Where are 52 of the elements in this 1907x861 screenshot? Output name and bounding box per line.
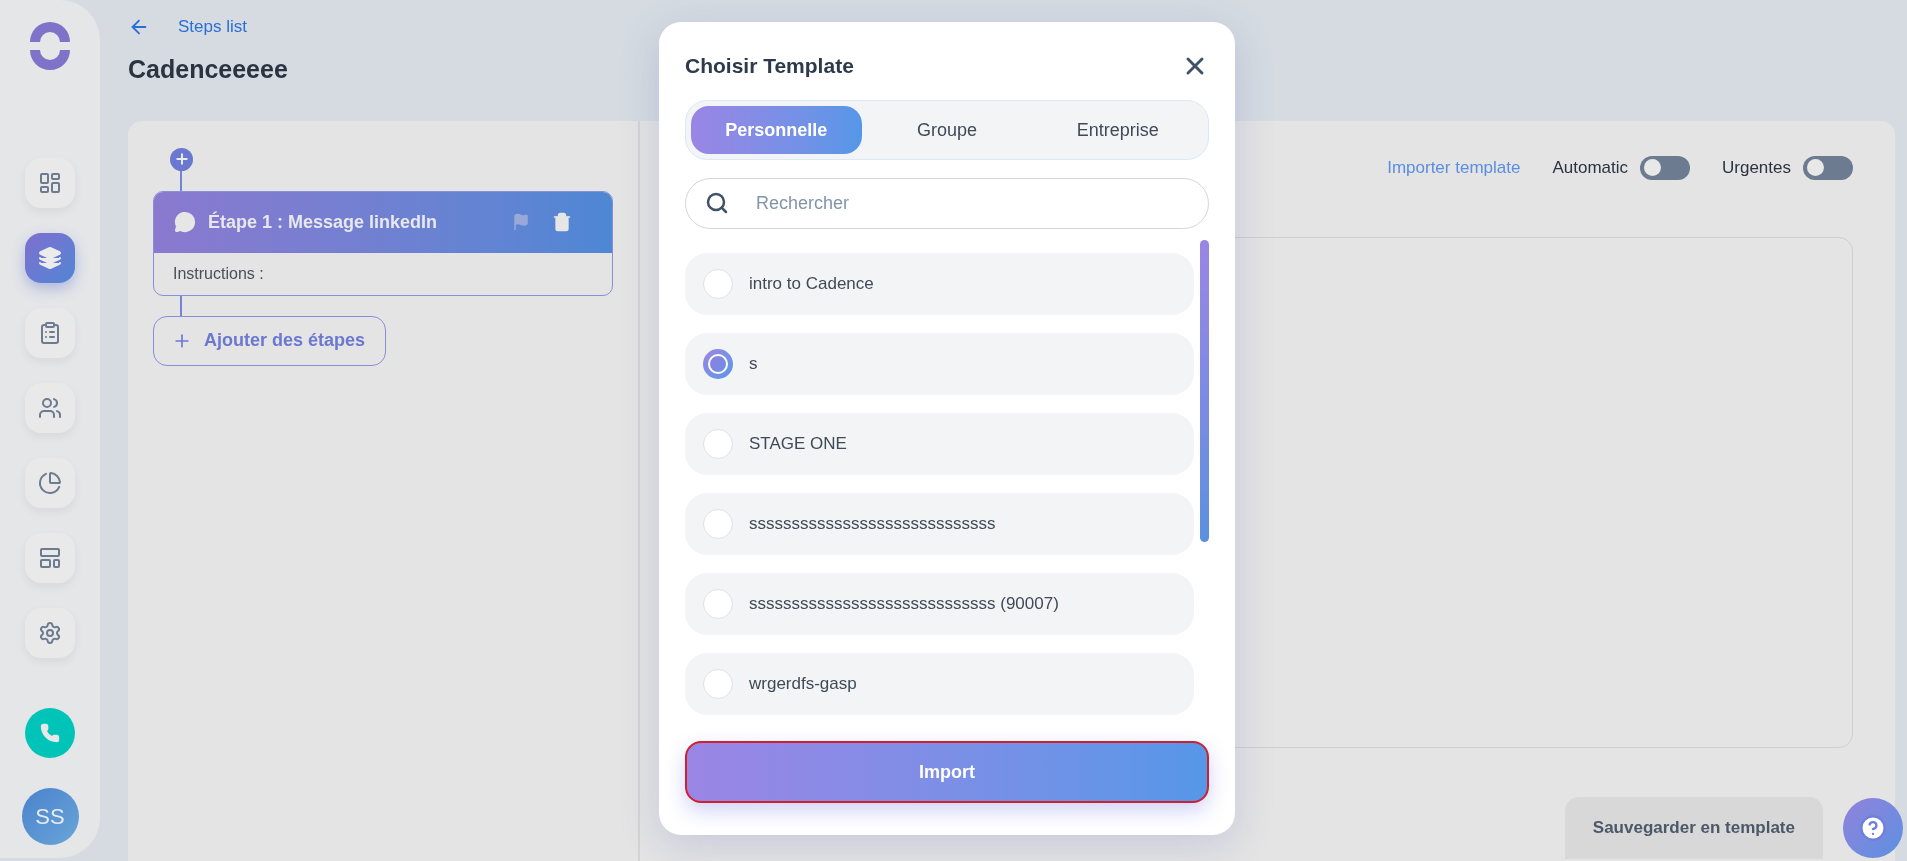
- template-name: sssssssssssssssssssssssssssss (90007): [749, 593, 1059, 616]
- template-option[interactable]: s: [685, 333, 1194, 395]
- template-name: s: [749, 353, 758, 376]
- template-name: intro to Cadence: [749, 273, 874, 296]
- sidebar-item[interactable]: [25, 458, 75, 508]
- people-icon: [38, 396, 62, 420]
- trash-icon[interactable]: [552, 212, 572, 233]
- radio-button[interactable]: [703, 349, 733, 379]
- layout-icon: [38, 546, 62, 570]
- template-name: sssssssssssssssssssssssssssss: [749, 513, 996, 536]
- toggle-label: Urgentes: [1722, 157, 1791, 180]
- radio-button[interactable]: [703, 669, 733, 699]
- toggle-switch[interactable]: [1640, 155, 1690, 180]
- sidebar-item[interactable]: [25, 383, 75, 433]
- radio-button[interactable]: [703, 269, 733, 299]
- template-option[interactable]: sssssssssssssssssssssssssssss: [685, 493, 1194, 555]
- radio-button[interactable]: [703, 589, 733, 619]
- toggle-switch[interactable]: [1803, 155, 1853, 180]
- step-title: Étape 1 : Message linkedIn: [208, 210, 439, 234]
- template-option[interactable]: wrgerdfs-gasp: [685, 653, 1194, 715]
- template-option[interactable]: STAGE ONE: [685, 413, 1194, 475]
- template-name: STAGE ONE: [749, 433, 847, 456]
- sidebar-item[interactable]: [25, 608, 75, 658]
- template-option[interactable]: intro to Cadence: [685, 253, 1194, 315]
- template-option[interactable]: sssssssssssssssssssssssssssss (90007): [685, 573, 1194, 635]
- sidebar-item[interactable]: [25, 308, 75, 358]
- radio-button[interactable]: [703, 509, 733, 539]
- toggle-label: Automatic: [1552, 157, 1628, 180]
- settings-icon: [38, 621, 62, 645]
- help-icon: [1859, 814, 1887, 842]
- tab[interactable]: Groupe: [861, 106, 1033, 154]
- chat-icon: [174, 211, 196, 234]
- search-icon: [705, 191, 729, 215]
- sidebar-item[interactable]: [25, 158, 75, 208]
- back-link[interactable]: Steps list: [178, 14, 247, 40]
- radio-button[interactable]: [703, 429, 733, 459]
- clipboard-icon: [38, 321, 62, 345]
- pie-chart-icon: [38, 471, 62, 495]
- sidebar-item[interactable]: [25, 233, 75, 283]
- tab[interactable]: Entreprise: [1032, 106, 1203, 154]
- sidebar-item[interactable]: [25, 533, 75, 583]
- page-title: Cadenceeeee: [128, 53, 288, 84]
- step-instructions: Instructions :: [173, 263, 264, 284]
- phone-icon: [40, 723, 60, 743]
- dialog-title: Choisir Template: [685, 53, 854, 80]
- phone-button[interactable]: [25, 708, 75, 758]
- search-field[interactable]: Rechercher: [685, 178, 1209, 229]
- dashboard-icon: [38, 171, 62, 195]
- save-template-button[interactable]: Sauvegarder en template: [1564, 796, 1823, 859]
- step-card[interactable]: Étape 1 : Message linkedIn Instructions :: [153, 190, 613, 296]
- template-name: wrgerdfs-gasp: [749, 673, 857, 696]
- stack-icon: [38, 246, 62, 270]
